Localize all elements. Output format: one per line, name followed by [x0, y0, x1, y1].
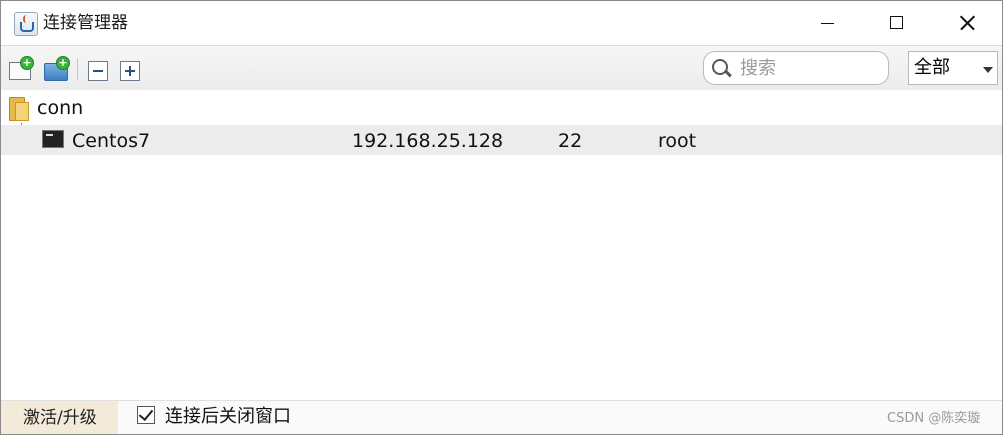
status-bar: 激活/升级 连接后关闭窗口 CSDN @陈奕璇	[1, 400, 1002, 434]
toolbar: + + 全部	[1, 45, 1002, 91]
java-cup-icon	[14, 12, 38, 36]
connection-host: 192.168.25.128	[352, 130, 504, 152]
new-connection-button[interactable]: +	[7, 56, 34, 82]
connection-manager-window: 连接管理器 + + 全部	[0, 0, 1003, 435]
scope-selected-label: 全部	[914, 57, 950, 78]
connection-tree: conn Centos7 192.168.25.128 22 root	[1, 90, 1002, 400]
toolbar-separator	[77, 58, 78, 80]
activate-upgrade-button[interactable]: 激活/升级	[1, 401, 118, 434]
close-after-connect-checkbox[interactable]	[137, 406, 155, 424]
collapse-all-button[interactable]	[85, 56, 111, 82]
window-title: 连接管理器	[43, 13, 128, 33]
scope-dropdown[interactable]: 全部	[908, 51, 998, 85]
title-bar[interactable]: 连接管理器	[1, 1, 1002, 45]
search-input[interactable]	[740, 56, 880, 80]
maximize-button[interactable]	[862, 1, 932, 45]
terminal-icon	[42, 130, 64, 148]
add-icon: +	[56, 56, 70, 70]
expand-icon	[120, 61, 140, 81]
watermark: CSDN @陈奕璇	[887, 411, 981, 426]
chevron-down-icon	[983, 67, 993, 73]
close-after-connect-label[interactable]: 连接后关闭窗口	[165, 406, 291, 428]
search-icon	[712, 59, 732, 78]
connection-row[interactable]: Centos7 192.168.25.128 22 root	[1, 125, 1002, 155]
collapse-icon	[88, 61, 108, 81]
new-folder-button[interactable]: +	[43, 56, 70, 82]
close-button[interactable]	[932, 1, 1002, 45]
connection-user: root	[658, 130, 697, 152]
connection-name: Centos7	[72, 130, 151, 152]
folder-label: conn	[37, 97, 84, 119]
expand-all-button[interactable]	[117, 56, 143, 82]
search-box[interactable]	[703, 51, 889, 85]
tree-folder-row[interactable]: conn	[1, 94, 1002, 122]
connection-port: 22	[558, 130, 583, 152]
minimize-button[interactable]	[792, 1, 862, 45]
folder-icon	[9, 97, 29, 121]
activate-upgrade-label: 激活/升级	[23, 408, 97, 428]
add-icon: +	[20, 56, 34, 70]
